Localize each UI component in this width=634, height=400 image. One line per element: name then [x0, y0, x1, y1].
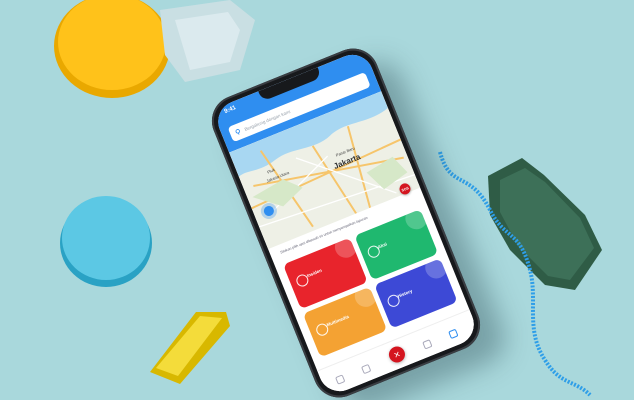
home-icon[interactable]: [335, 374, 346, 385]
menu-icon[interactable]: [448, 328, 459, 340]
tile-label: Aksi: [376, 241, 388, 250]
location-pin-icon: [235, 129, 240, 135]
search-placeholder: Bergabung dengan kami: [243, 108, 291, 132]
notification-icon[interactable]: [422, 339, 433, 350]
chat-icon[interactable]: [360, 363, 372, 375]
close-button[interactable]: ✕: [386, 344, 408, 365]
tile-label: Insiden: [306, 267, 323, 279]
close-icon: ✕: [392, 349, 402, 360]
photo-scene: 9:41 Bergabung dengan kami Pasar Baru Ja…: [0, 0, 634, 400]
status-time: 9:41: [223, 105, 237, 116]
tile-label: History: [396, 287, 413, 299]
tile-label: Multimedia: [325, 313, 350, 327]
